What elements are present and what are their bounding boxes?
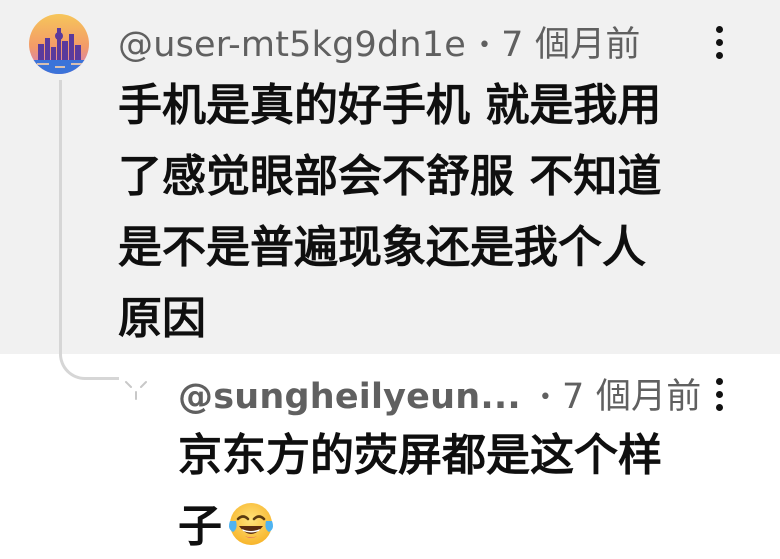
reply-line: 京东方的荧屏都是这个样	[178, 430, 662, 481]
reply-line-with-emoji: 子	[178, 491, 662, 559]
city-skyline-icon	[29, 14, 89, 74]
comment-header: @user-mt5kg9dn1e • 7 個月前	[118, 16, 641, 67]
reply-body: 京东方的荧屏都是这个样 子	[178, 420, 662, 559]
commenter-avatar[interactable]	[29, 14, 89, 74]
reply-header: @sungheilyeun... • 7 個月前	[178, 368, 701, 419]
face-with-tears-of-joy-icon	[226, 499, 276, 549]
thread-connector-line	[59, 80, 62, 350]
reply-line: 子	[178, 501, 222, 552]
placeholder-avatar-icon	[125, 381, 147, 400]
reply-timestamp[interactable]: 7 個月前	[562, 377, 701, 417]
comment-timestamp[interactable]: 7 個月前	[501, 25, 640, 65]
comment-highlight: @user-mt5kg9dn1e • 7 個月前 手机是真的好手机 就是我用 了感觉…	[0, 0, 780, 354]
comment-thread: @user-mt5kg9dn1e • 7 個月前 手机是真的好手机 就是我用 了感觉…	[0, 0, 780, 559]
separator-dot: •	[538, 385, 553, 410]
comment-line: 是不是普遍现象还是我个人	[118, 222, 646, 273]
comment-username[interactable]: @user-mt5kg9dn1e	[118, 25, 466, 65]
reply-avatar[interactable]	[118, 372, 154, 408]
thread-connector-curve	[59, 330, 119, 380]
comment-line: 原因	[118, 293, 206, 344]
reply-more-icon[interactable]	[713, 376, 725, 414]
comment-line: 手机是真的好手机 就是我用	[118, 80, 662, 131]
separator-dot: •	[477, 33, 492, 58]
comment-line: 了感觉眼部会不舒服 不知道	[118, 151, 662, 202]
comment-more-icon[interactable]	[713, 24, 725, 62]
comment-body: 手机是真的好手机 就是我用 了感觉眼部会不舒服 不知道 是不是普遍现象还是我个人…	[118, 70, 661, 354]
reply-username[interactable]: @sungheilyeun...	[178, 377, 521, 417]
